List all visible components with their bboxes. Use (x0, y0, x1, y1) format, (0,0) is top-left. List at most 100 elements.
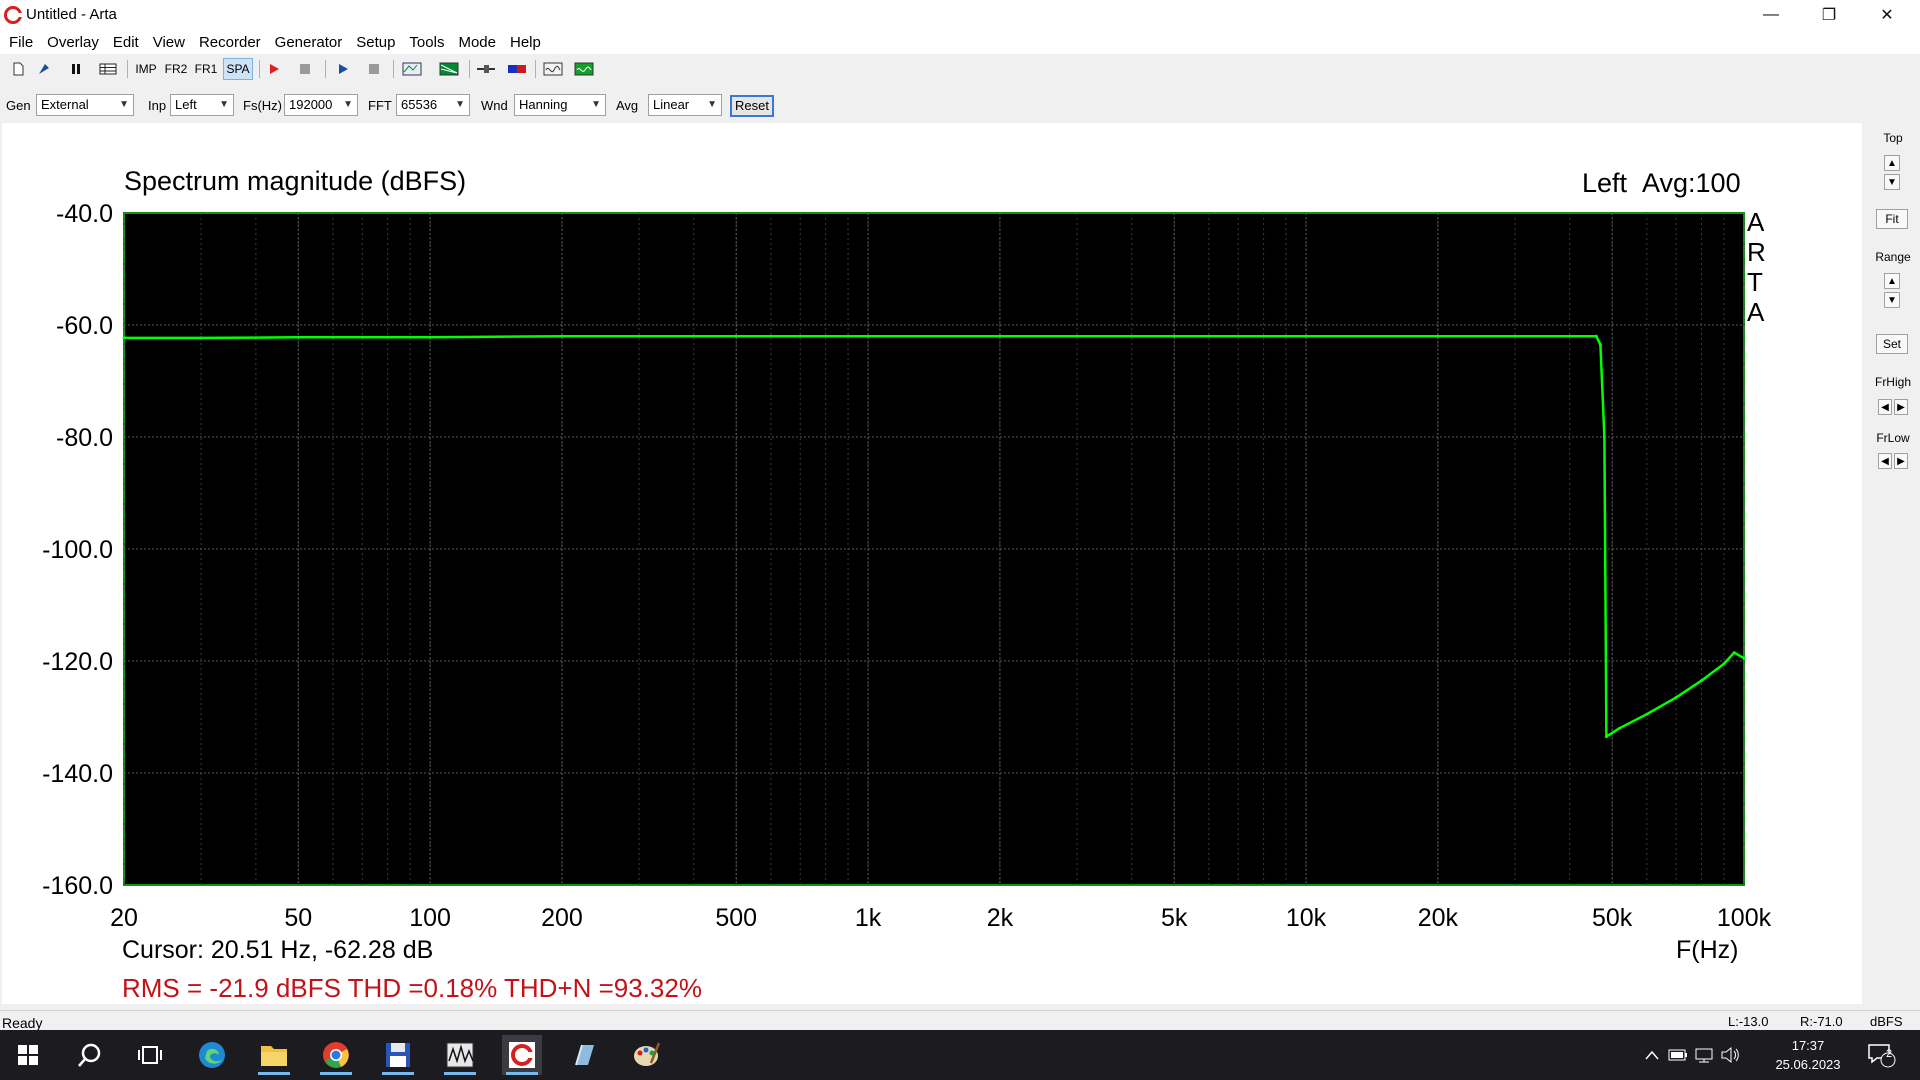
edge-browser-icon[interactable] (192, 1035, 232, 1075)
record-icon[interactable] (264, 58, 284, 80)
menu-edit[interactable]: Edit (106, 34, 146, 51)
color-bar-icon[interactable] (505, 58, 529, 80)
range-down-button[interactable]: ▼ (1884, 292, 1900, 308)
arta-app-icon (4, 6, 22, 24)
arta-taskbar-icon[interactable] (502, 1035, 542, 1075)
notification-icon[interactable]: 2 (1862, 1035, 1902, 1075)
waveform-icon[interactable] (437, 58, 461, 80)
toolbar: IMP FR2 FR1 SPA (0, 56, 1920, 82)
battery-icon[interactable] (1666, 1035, 1690, 1075)
play-icon[interactable] (333, 58, 353, 80)
arta-logo-letter: A (1747, 297, 1765, 327)
menu-file[interactable]: File (2, 34, 40, 51)
range-up-button[interactable]: ▲ (1884, 273, 1900, 289)
menu-generator[interactable]: Generator (268, 34, 350, 51)
notes-app-icon[interactable] (564, 1035, 604, 1075)
minimize-button[interactable]: — (1742, 0, 1800, 30)
arta-logo-letter: R (1747, 237, 1766, 267)
pause-icon[interactable] (66, 58, 86, 80)
fs-select[interactable]: 192000 ▼ (284, 94, 358, 116)
file-explorer-icon[interactable] (254, 1035, 294, 1075)
active-indicator (444, 1072, 476, 1075)
toolbar-separator (393, 60, 394, 78)
set-button[interactable]: Set (1876, 334, 1908, 354)
chevron-down-icon: ▼ (343, 99, 353, 110)
active-indicator (382, 1072, 414, 1075)
restore-button[interactable]: ❐ (1800, 0, 1858, 30)
x-tick-label: 200 (541, 904, 583, 932)
stats-readout: RMS = -21.9 dBFS THD =0.18% THD+N =93.32… (122, 973, 702, 1003)
avg-select[interactable]: Linear ▼ (648, 94, 722, 116)
close-button[interactable]: ✕ (1858, 0, 1916, 30)
inp-select-value: Left (175, 97, 197, 112)
scope-icon[interactable] (541, 58, 565, 80)
x-tick-label: 5k (1161, 904, 1188, 932)
slider-icon[interactable] (474, 58, 498, 80)
menu-setup[interactable]: Setup (349, 34, 402, 51)
frlow-left-button[interactable]: ◀ (1878, 453, 1892, 469)
toolbar-separator (325, 60, 326, 78)
toolbar-separator (535, 60, 536, 78)
menu-mode[interactable]: Mode (451, 34, 503, 51)
stop-icon[interactable] (295, 58, 315, 80)
floppy-save-icon[interactable] (378, 1035, 418, 1075)
inp-select[interactable]: Left ▼ (170, 94, 234, 116)
fr1-button[interactable]: FR1 (192, 58, 220, 80)
menu-help[interactable]: Help (503, 34, 548, 51)
menu-tools[interactable]: Tools (402, 34, 451, 51)
status-ready: Ready (2, 1015, 43, 1031)
audio-meter-icon[interactable] (440, 1035, 480, 1075)
menu-overlay[interactable]: Overlay (40, 34, 106, 51)
network-icon[interactable] (1692, 1035, 1716, 1075)
x-tick-label: 10k (1286, 904, 1327, 932)
spa-button[interactable]: SPA (223, 58, 253, 80)
data-point (1594, 334, 1598, 338)
chevron-down-icon: ▼ (707, 99, 717, 110)
data-point (296, 335, 300, 339)
data-point (1604, 735, 1608, 739)
wnd-select-value: Hanning (519, 97, 568, 112)
data-point (1722, 662, 1726, 666)
windows-start-icon[interactable] (8, 1035, 48, 1075)
reset-button[interactable]: Reset (730, 95, 774, 117)
fft-label: FFT (368, 98, 392, 113)
top-down-button[interactable]: ▼ (1884, 174, 1900, 190)
x-tick-label: 100k (1717, 904, 1772, 932)
grid-view-icon[interactable] (96, 58, 120, 80)
paint-app-icon[interactable] (626, 1035, 666, 1075)
fft-select[interactable]: 65536 ▼ (396, 94, 470, 116)
frhigh-right-button[interactable]: ▶ (1894, 399, 1908, 415)
task-view-icon[interactable] (130, 1035, 170, 1075)
open-file-icon[interactable] (34, 58, 54, 80)
new-file-icon[interactable] (8, 58, 28, 80)
data-point (1598, 343, 1602, 347)
x-tick-label: 2k (987, 904, 1014, 932)
clock-time: 17:37 (1791, 1038, 1825, 1053)
menu-view[interactable]: View (146, 34, 192, 51)
frlow-right-button[interactable]: ▶ (1894, 453, 1908, 469)
fr2-button[interactable]: FR2 (162, 58, 190, 80)
chevron-up-icon[interactable] (1640, 1035, 1664, 1075)
abc-icon[interactable] (400, 58, 424, 80)
green-monitor-icon[interactable] (572, 58, 596, 80)
gen-select[interactable]: External ▼ (36, 94, 134, 116)
top-up-button[interactable]: ▲ (1884, 155, 1900, 171)
taskbar-clock[interactable]: 17:37 25.06.2023 (1764, 1036, 1852, 1074)
volume-icon[interactable] (1718, 1035, 1742, 1075)
imp-button[interactable]: IMP (132, 58, 160, 80)
chrome-browser-icon[interactable] (316, 1035, 356, 1075)
spectrum-chart[interactable]: Spectrum magnitude (dBFS) Left Avg:100 A… (2, 123, 1862, 1004)
data-point (199, 336, 203, 340)
wnd-select[interactable]: Hanning ▼ (514, 94, 606, 116)
stop-2-icon[interactable] (364, 58, 384, 80)
fit-button[interactable]: Fit (1876, 209, 1908, 229)
search-icon[interactable] (70, 1035, 110, 1075)
frhigh-left-button[interactable]: ◀ (1878, 399, 1892, 415)
avg-count-label: Avg:100 (1642, 168, 1741, 198)
menu-recorder[interactable]: Recorder (192, 34, 268, 51)
x-tick-label: 50k (1592, 904, 1633, 932)
inp-label: Inp (148, 98, 167, 113)
data-point (1645, 712, 1649, 716)
toolbar-separator (469, 60, 470, 78)
active-indicator (320, 1072, 352, 1075)
